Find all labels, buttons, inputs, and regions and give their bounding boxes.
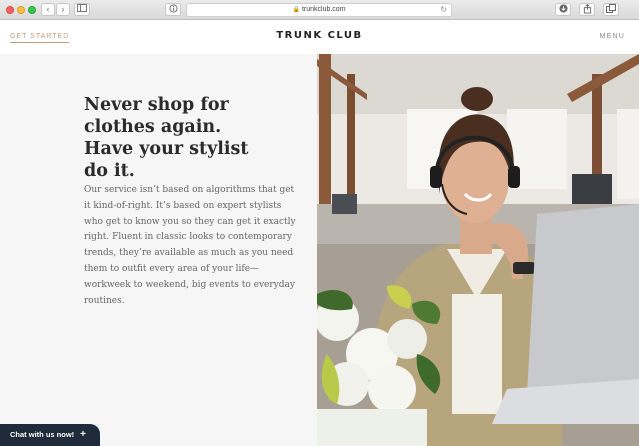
address-bar[interactable]: 🔒 trunkclub.com ↻: [186, 3, 452, 17]
hero-headline: Never shop for clothes again. Have your …: [84, 95, 249, 181]
forward-button[interactable]: ›: [56, 3, 70, 16]
download-icon[interactable]: [555, 3, 571, 16]
stylist-photo-illustration: [317, 54, 639, 446]
sidebar-icon[interactable]: [74, 3, 90, 16]
close-window-button[interactable]: [6, 6, 14, 14]
share-icon[interactable]: [579, 3, 595, 16]
chat-label: Chat with us now!: [10, 430, 75, 439]
plus-icon: +: [80, 429, 87, 440]
lock-icon: 🔒: [292, 7, 300, 13]
site-header: GET STARTED TRUNK CLUB MENU: [0, 21, 639, 54]
trunk-club-logo[interactable]: TRUNK CLUB: [0, 30, 639, 41]
browser-toolbar: ‹ › 🔒 trunkclub.com ↻: [0, 0, 639, 20]
hero-body-text: Our service isn’t based on algorithms th…: [84, 185, 296, 306]
chat-widget-button[interactable]: Chat with us now! +: [0, 424, 100, 446]
url-text: trunkclub.com: [301, 6, 346, 13]
menu-button[interactable]: MENU: [600, 33, 625, 40]
tabs-icon[interactable]: [603, 3, 619, 16]
hero-photo-stylist: [317, 54, 639, 446]
reload-icon[interactable]: ↻: [440, 4, 447, 16]
minimize-window-button[interactable]: [17, 6, 25, 14]
back-button[interactable]: ‹: [41, 3, 55, 16]
info-icon[interactable]: [165, 3, 181, 16]
zoom-window-button[interactable]: [28, 6, 36, 14]
